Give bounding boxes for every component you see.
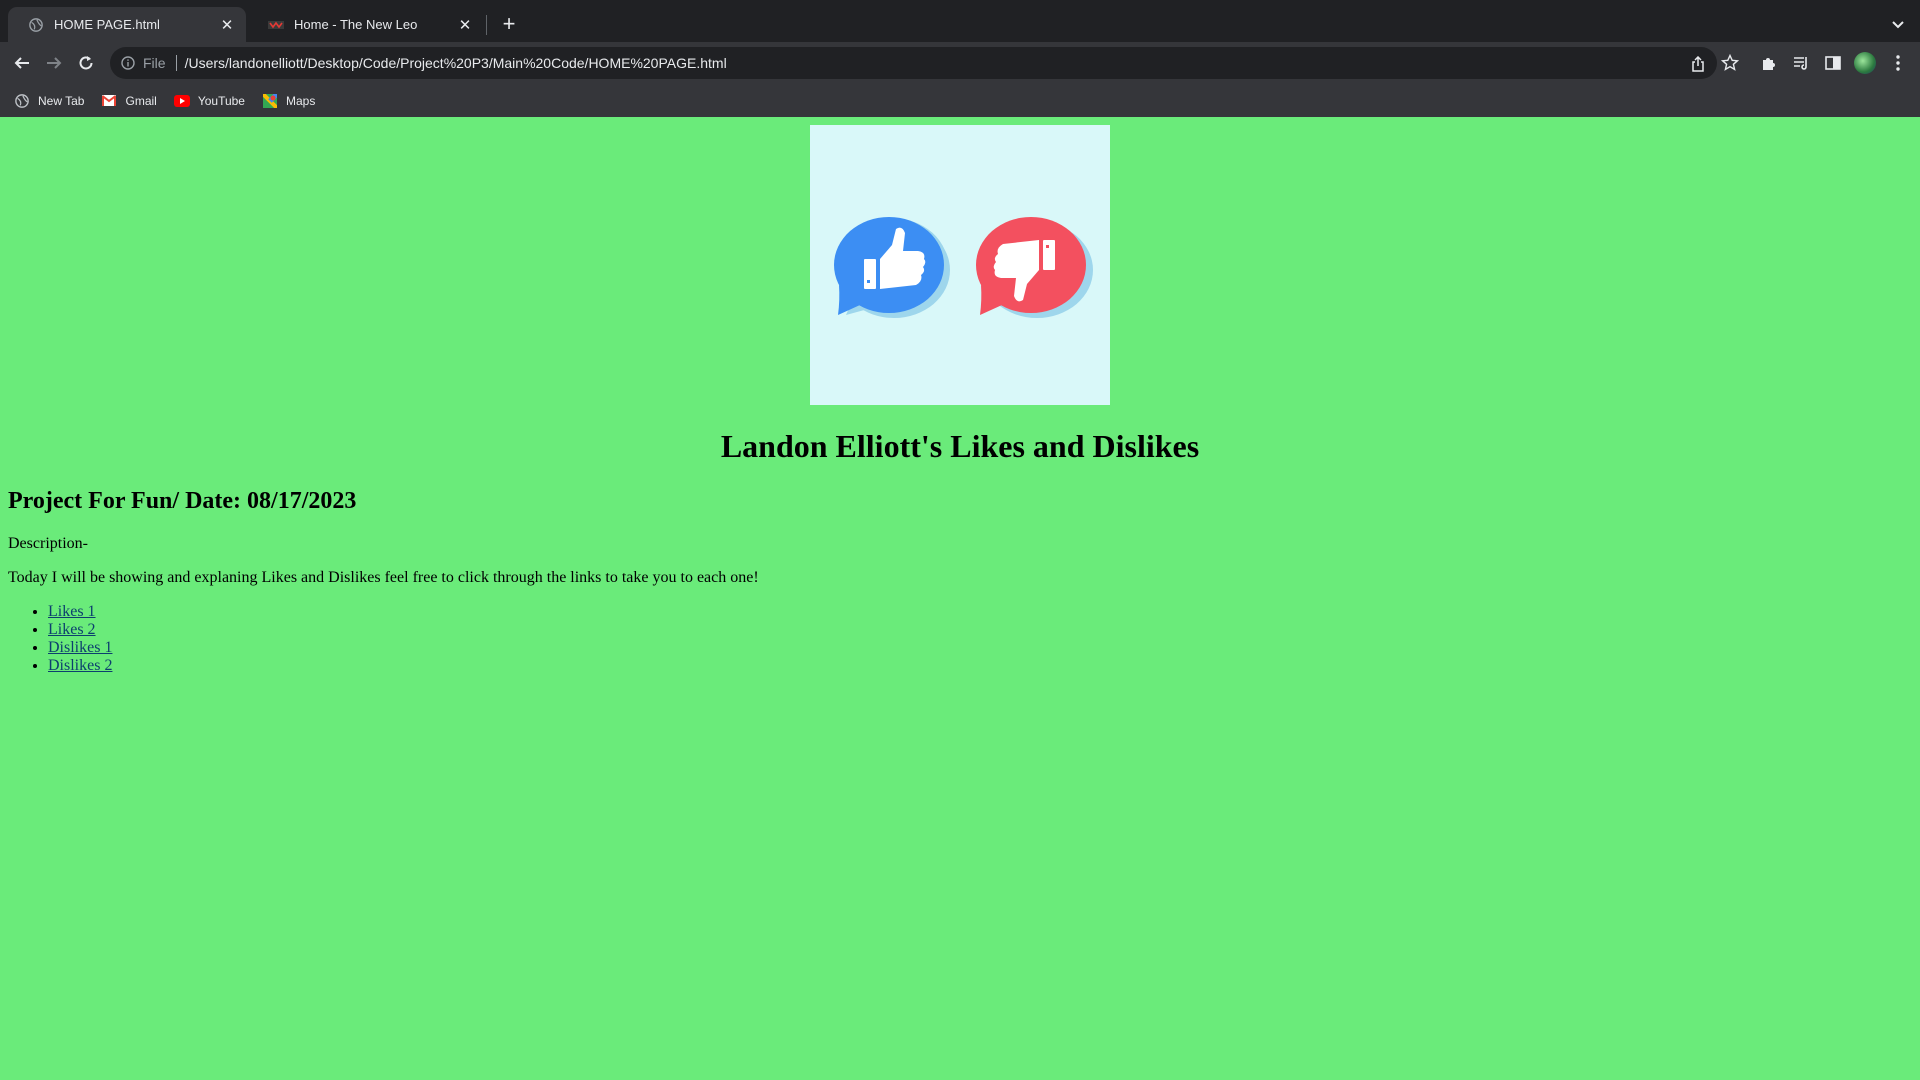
toolbar: File /Users/landonelliott/Desktop/Code/P…	[0, 42, 1920, 84]
list-item: Likes 1	[48, 603, 112, 621]
links-list: Likes 1 Likes 2 Dislikes 1 Dislikes 2	[8, 603, 112, 675]
list-item: Dislikes 2	[48, 657, 112, 675]
tab-home-page[interactable]: HOME PAGE.html ✕	[8, 7, 246, 42]
link-dislikes-2[interactable]: Dislikes 2	[48, 657, 112, 674]
bookmark-label: New Tab	[38, 93, 85, 108]
tab-the-new-leo[interactable]: Home - The New Leo ✕	[248, 7, 484, 42]
share-icon[interactable]	[1688, 54, 1708, 74]
new-tab-button[interactable]: +	[498, 13, 520, 35]
bookmarks-bar: New Tab Gmail YouTube Maps	[0, 84, 1920, 117]
bookmark-gmail[interactable]: Gmail	[101, 93, 157, 109]
extensions-icon[interactable]	[1759, 53, 1779, 73]
forward-arrow-icon	[47, 57, 62, 69]
reload-button[interactable]	[74, 51, 98, 75]
link-dislikes-1[interactable]: Dislikes 1	[48, 639, 112, 656]
tab-label: HOME PAGE.html	[54, 17, 160, 32]
browser-chrome: HOME PAGE.html ✕ Home - The New Leo ✕ +	[0, 0, 1920, 117]
reload-icon	[79, 56, 93, 70]
youtube-icon	[173, 93, 190, 109]
bookmark-label: Gmail	[125, 93, 157, 108]
maps-icon	[262, 93, 278, 109]
description-text: Today I will be showing and explaning Li…	[8, 569, 759, 586]
url-scheme-label: File	[143, 55, 166, 71]
bookmark-new-tab[interactable]: New Tab	[14, 93, 84, 109]
page-content: Landon Elliott's Likes and Dislikes Proj…	[0, 117, 1920, 1080]
back-arrow-icon	[14, 57, 29, 69]
globe-icon	[14, 93, 30, 109]
page-title: Landon Elliott's Likes and Dislikes	[720, 428, 1200, 464]
link-likes-2[interactable]: Likes 2	[48, 621, 96, 638]
tab-search-chevron-icon[interactable]	[1888, 14, 1908, 34]
url-text[interactable]: /Users/landonelliott/Desktop/Code/Projec…	[185, 55, 727, 71]
tab-strip: HOME PAGE.html ✕ Home - The New Leo ✕ +	[0, 0, 1920, 42]
forward-button[interactable]	[42, 51, 66, 75]
bookmark-label: YouTube	[197, 93, 245, 108]
bookmark-label: Maps	[285, 93, 316, 108]
description-label: Description-	[8, 535, 88, 552]
link-likes-1[interactable]: Likes 1	[48, 603, 96, 620]
side-panel-icon[interactable]	[1823, 53, 1843, 73]
tab-divider	[486, 15, 487, 35]
thumbs-up-bubble-icon	[834, 217, 950, 318]
tab-label: Home - The New Leo	[294, 17, 418, 32]
list-item: Likes 2	[48, 621, 112, 639]
thumbs-down-bubble-icon	[976, 217, 1093, 318]
list-item: Dislikes 1	[48, 639, 112, 657]
likes-dislikes-image	[810, 125, 1110, 405]
gmail-icon	[101, 93, 117, 109]
bookmark-maps[interactable]: Maps	[262, 93, 315, 109]
close-tab-icon[interactable]: ✕	[456, 16, 474, 34]
profile-avatar[interactable]	[1854, 52, 1876, 74]
reading-list-icon[interactable]	[1791, 53, 1811, 73]
close-tab-icon[interactable]: ✕	[218, 16, 236, 34]
bookmark-star-icon[interactable]	[1720, 53, 1740, 73]
address-bar[interactable]: File /Users/landonelliott/Desktop/Code/P…	[110, 47, 1717, 79]
url-divider	[175, 55, 177, 71]
back-button[interactable]	[10, 51, 34, 75]
globe-icon	[28, 17, 44, 33]
menu-kebab-icon[interactable]	[1888, 53, 1908, 73]
site-favicon-icon	[268, 17, 284, 33]
project-subtitle: Project For Fun/ Date: 08/17/2023	[8, 488, 357, 514]
info-icon[interactable]	[119, 54, 137, 72]
bookmark-youtube[interactable]: YouTube	[173, 93, 245, 109]
